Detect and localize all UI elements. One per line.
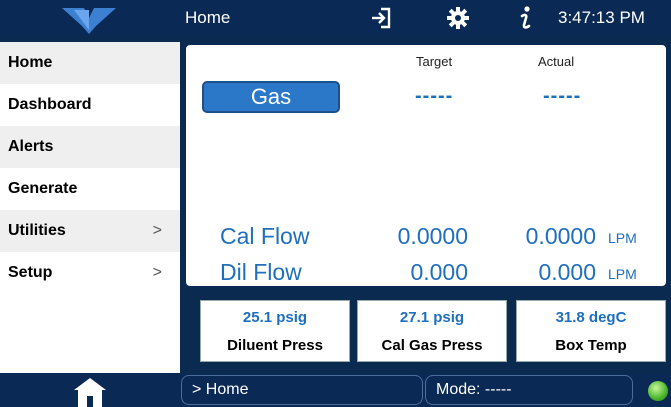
bottom-bar: > Home Mode: ----- [0,373,671,407]
home-icon [74,378,106,407]
sidebar-item-label: Setup [8,264,53,281]
gear-icon[interactable] [443,3,473,33]
info-icon[interactable] [513,3,537,33]
sidebar-item-label: Generate [8,180,78,197]
breadcrumb: > Home [181,375,423,405]
mode-status: Mode: ----- [425,375,633,405]
sidebar-item-home[interactable]: Home [0,42,180,84]
gas-target-value: ----- [415,85,454,107]
sidebar-item-label: Dashboard [8,96,92,113]
sign-in-icon[interactable] [366,3,396,33]
card-label: Box Temp [555,337,627,354]
sidebar-item-label: Home [8,54,53,71]
cal-flow-unit: LPM [608,230,637,246]
gas-actual-value: ----- [543,85,582,107]
diluent-press-card[interactable]: 25.1 psig Diluent Press [200,300,350,362]
main-panel: Target Actual Gas ----- ----- Cal Flow 0… [184,43,668,288]
sidebar-item-alerts[interactable]: Alerts [0,126,180,168]
card-value: 27.1 psig [399,309,465,326]
sidebar-item-label: Alerts [8,138,54,155]
logo-icon [0,0,180,36]
dil-flow-target: 0.000 [410,259,468,285]
dil-flow-unit: LPM [608,266,637,282]
card-label: Cal Gas Press [381,337,483,354]
card-value: 31.8 degC [555,309,627,326]
cal-flow-actual: 0.0000 [525,223,596,249]
sidebar-item-utilities[interactable]: Utilities > [0,210,180,252]
box-temp-card[interactable]: 31.8 degC Box Temp [516,300,666,362]
gas-button[interactable]: Gas [202,81,340,113]
sidebar: Home Dashboard Alerts Generate Utilities… [0,42,180,373]
card-value: 25.1 psig [242,309,308,326]
card-label: Diluent Press [227,337,323,354]
top-bar: Home 3:47:13 PM [0,0,671,36]
sidebar-item-dashboard[interactable]: Dashboard [0,84,180,126]
status-led-icon [648,381,668,401]
sidebar-item-generate[interactable]: Generate [0,168,180,210]
page-title: Home [185,8,231,27]
home-button[interactable] [0,373,180,407]
sidebar-item-setup[interactable]: Setup > [0,252,180,294]
clock: 3:47:13 PM [558,8,645,27]
chevron-right-icon: > [152,264,162,281]
actual-header: Actual [538,54,575,69]
dil-flow-actual: 0.000 [538,259,596,285]
cal-gas-press-card[interactable]: 27.1 psig Cal Gas Press [357,300,507,362]
dil-flow-label: Dil Flow [220,259,302,285]
target-header: Target [416,54,453,69]
cal-flow-label: Cal Flow [220,223,310,249]
chevron-right-icon: > [152,222,162,239]
status-cards: 25.1 psig Diluent Press 27.1 psig Cal Ga… [180,292,671,372]
sidebar-item-label: Utilities [8,222,66,239]
cal-flow-target: 0.0000 [397,223,468,249]
screen: Home 3:47:13 PM Home Dashboard Alerts Ge… [0,0,671,407]
